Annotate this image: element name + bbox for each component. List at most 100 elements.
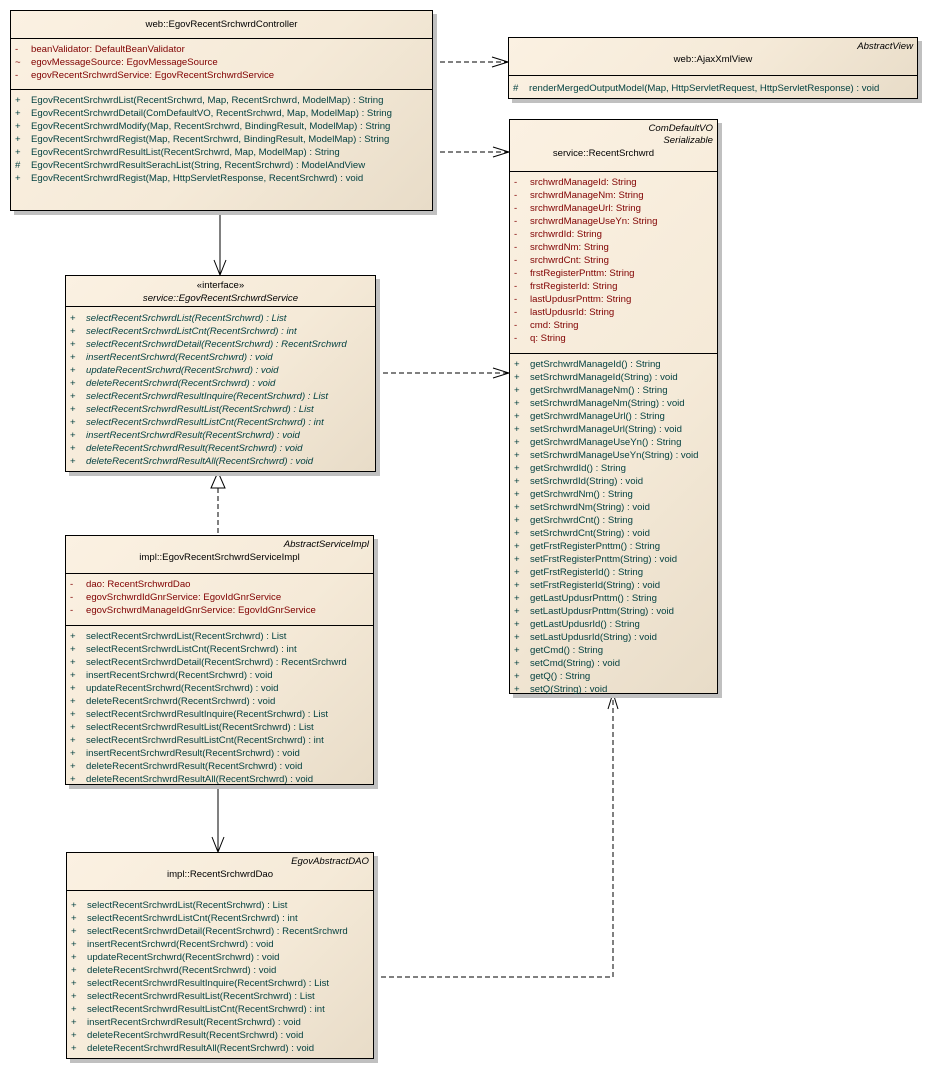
attribute-row: - srchwrdManageUrl: String: [510, 202, 717, 215]
operation-row: + setLastUpdusrId(String) : void: [510, 631, 717, 644]
operations-compartment: + EgovRecentSrchwrdList(RecentSrchwrd, Ma…: [11, 90, 432, 185]
operation-row: + deleteRecentSrchwrd(RecentSrchwrd) : vo…: [67, 964, 373, 977]
dependency-dao-to-recentsrchwrd: [373, 691, 619, 978]
operation-row: + insertRecentSrchwrd(RecentSrchwrd) : vo…: [67, 938, 373, 951]
operation-row: + deleteRecentSrchwrdResultAll(RecentSrch…: [66, 455, 375, 468]
visibility-marker: +: [15, 121, 21, 132]
operation-signature: updateRecentSrchwrd(RecentSrchwrd) : voi…: [87, 952, 280, 963]
operation-row: + selectRecentSrchwrdDetail(RecentSrchwrd…: [66, 338, 375, 351]
visibility-marker: +: [71, 991, 77, 1002]
operation-signature: selectRecentSrchwrdResultList(RecentSrch…: [86, 404, 314, 415]
operation-row: + selectRecentSrchwrdResultListCnt(Recent…: [67, 1003, 373, 1016]
operation-signature: selectRecentSrchwrdDetail(RecentSrchwrd)…: [86, 657, 347, 668]
operation-signature: selectRecentSrchwrdResultList(RecentSrch…: [86, 722, 314, 733]
visibility-marker: +: [514, 554, 520, 565]
attribute-text: frstRegisterPnttm: String: [530, 268, 635, 279]
operation-row: + updateRecentSrchwrd(RecentSrchwrd) : vo…: [66, 682, 373, 695]
operation-signature: getSrchwrdManageNm() : String: [530, 385, 668, 396]
attribute-text: lastUpdusrPnttm: String: [530, 294, 632, 305]
operations-compartment: + selectRecentSrchwrdList(RecentSrchwrd) …: [66, 626, 373, 786]
class-header: web::EgovRecentSrchwrdController: [11, 11, 432, 39]
operation-row: + EgovRecentSrchwrdModify(Map, RecentSrch…: [11, 120, 432, 133]
class-ajax-xml-view[interactable]: AbstractView web::AjaxXmlView # renderMer…: [508, 37, 918, 99]
visibility-marker: +: [514, 359, 520, 370]
operation-signature: getSrchwrdCnt() : String: [530, 515, 633, 526]
operation-row: + selectRecentSrchwrdResultListCnt(Recent…: [66, 416, 375, 429]
attribute-text: srchwrdCnt: String: [530, 255, 609, 266]
operation-row: + insertRecentSrchwrdResult(RecentSrchwrd…: [67, 1016, 373, 1029]
attribute-text: dao: RecentSrchwrdDao: [86, 579, 191, 590]
operation-signature: setSrchwrdManageUrl(String) : void: [530, 424, 682, 435]
operation-row: + getFrstRegisterPnttm() : String: [510, 540, 717, 553]
operation-row: + setSrchwrdId(String) : void: [510, 475, 717, 488]
operation-signature: getFrstRegisterId() : String: [530, 567, 644, 578]
operation-row: + setFrstRegisterPnttm(String) : void: [510, 553, 717, 566]
attribute-text: srchwrdManageId: String: [530, 177, 637, 188]
operation-signature: EgovRecentSrchwrdRegist(Map, RecentSrchw…: [31, 134, 390, 145]
visibility-marker: -: [70, 579, 74, 590]
attribute-row: - egovSrchwrdIdGnrService: EgovIdGnrServi…: [66, 591, 373, 604]
interface-egov-recent-srchwrd-service[interactable]: «interface» service::EgovRecentSrchwrdSe…: [65, 275, 376, 472]
operation-signature: insertRecentSrchwrd(RecentSrchwrd) : voi…: [86, 670, 273, 681]
operation-row: + deleteRecentSrchwrd(RecentSrchwrd) : vo…: [66, 377, 375, 390]
attribute-row: - lastUpdusrPnttm: String: [510, 293, 717, 306]
operation-signature: selectRecentSrchwrdList(RecentSrchwrd) :…: [86, 313, 287, 324]
visibility-marker: ~: [15, 57, 21, 68]
visibility-marker: +: [70, 391, 76, 402]
visibility-marker: +: [71, 952, 77, 963]
visibility-marker: +: [70, 378, 76, 389]
operation-signature: getSrchwrdNm() : String: [530, 489, 633, 500]
operation-signature: setSrchwrdManageId(String) : void: [530, 372, 678, 383]
operation-signature: selectRecentSrchwrdResultListCnt(RecentS…: [86, 417, 324, 428]
operation-row: + selectRecentSrchwrdList(RecentSrchwrd) …: [67, 899, 373, 912]
operation-row: + setSrchwrdManageUrl(String) : void: [510, 423, 717, 436]
operation-signature: insertRecentSrchwrd(RecentSrchwrd) : voi…: [86, 352, 273, 363]
operation-row: + EgovRecentSrchwrdList(RecentSrchwrd, Ma…: [11, 94, 432, 107]
operation-row: + selectRecentSrchwrdResultInquire(Recent…: [66, 708, 373, 721]
class-header: AbstractServiceImpl impl::EgovRecentSrch…: [66, 536, 373, 574]
visibility-marker: +: [70, 313, 76, 324]
visibility-marker: +: [70, 644, 76, 655]
visibility-marker: -: [15, 70, 19, 81]
operation-signature: setFrstRegisterPnttm(String) : void: [530, 554, 678, 565]
operation-row: + getSrchwrdCnt() : String: [510, 514, 717, 527]
class-stereotype: Serializable: [663, 135, 713, 146]
operation-signature: selectRecentSrchwrdResultInquire(RecentS…: [87, 978, 330, 989]
attribute-text: egovMessageSource: EgovMessageSource: [31, 57, 218, 68]
operation-signature: renderMergedOutputModel(Map, HttpServlet…: [529, 83, 880, 94]
operation-row: + selectRecentSrchwrdList(RecentSrchwrd) …: [66, 312, 375, 325]
operation-signature: EgovRecentSrchwrdList(RecentSrchwrd, Map…: [31, 95, 384, 106]
operations-compartment: + selectRecentSrchwrdList(RecentSrchwrd) …: [67, 891, 373, 1055]
visibility-marker: +: [71, 1004, 77, 1015]
attribute-text: egovSrchwrdManageIdGnrService: EgovIdGnr…: [86, 605, 316, 616]
visibility-marker: +: [514, 476, 520, 487]
visibility-marker: +: [70, 326, 76, 337]
attribute-row: - srchwrdManageId: String: [510, 176, 717, 189]
class-recent-srchwrd[interactable]: ComDefaultVO Serializable service::Recen…: [509, 119, 718, 695]
operation-signature: selectRecentSrchwrdResultListCnt(RecentS…: [86, 735, 324, 746]
class-stereotype: ComDefaultVO: [648, 123, 713, 134]
class-header: EgovAbstractDAO impl::RecentSrchwrdDao: [67, 853, 373, 891]
operation-signature: getLastUpdusrPnttm() : String: [530, 593, 657, 604]
class-recent-srchwrd-dao[interactable]: EgovAbstractDAO impl::RecentSrchwrdDao +…: [66, 852, 374, 1059]
visibility-marker: +: [71, 1017, 77, 1028]
operation-signature: setQ(String) : void: [530, 684, 608, 695]
operation-signature: getSrchwrdManageUrl() : String: [530, 411, 665, 422]
attribute-text: egovSrchwrdIdGnrService: EgovIdGnrServic…: [86, 592, 282, 603]
operation-row: + insertRecentSrchwrd(RecentSrchwrd) : vo…: [66, 669, 373, 682]
visibility-marker: +: [71, 1043, 77, 1054]
visibility-marker: +: [514, 502, 520, 513]
visibility-marker: +: [514, 385, 520, 396]
visibility-marker: +: [70, 774, 76, 785]
class-egov-recent-srchwrd-service-impl[interactable]: AbstractServiceImpl impl::EgovRecentSrch…: [65, 535, 374, 785]
operation-signature: getQ() : String: [530, 671, 591, 682]
attribute-text: lastUpdusrId: String: [530, 307, 615, 318]
operation-signature: insertRecentSrchwrdResult(RecentSrchwrd)…: [86, 430, 300, 441]
visibility-marker: +: [71, 913, 77, 924]
visibility-marker: +: [514, 632, 520, 643]
operation-signature: deleteRecentSrchwrd(RecentSrchwrd) : voi…: [86, 378, 276, 389]
class-egov-recent-srchwrd-controller[interactable]: web::EgovRecentSrchwrdController - beanVa…: [10, 10, 433, 211]
attribute-row: - lastUpdusrId: String: [510, 306, 717, 319]
visibility-marker: +: [514, 619, 520, 630]
operation-signature: selectRecentSrchwrdListCnt(RecentSrchwrd…: [87, 913, 298, 924]
